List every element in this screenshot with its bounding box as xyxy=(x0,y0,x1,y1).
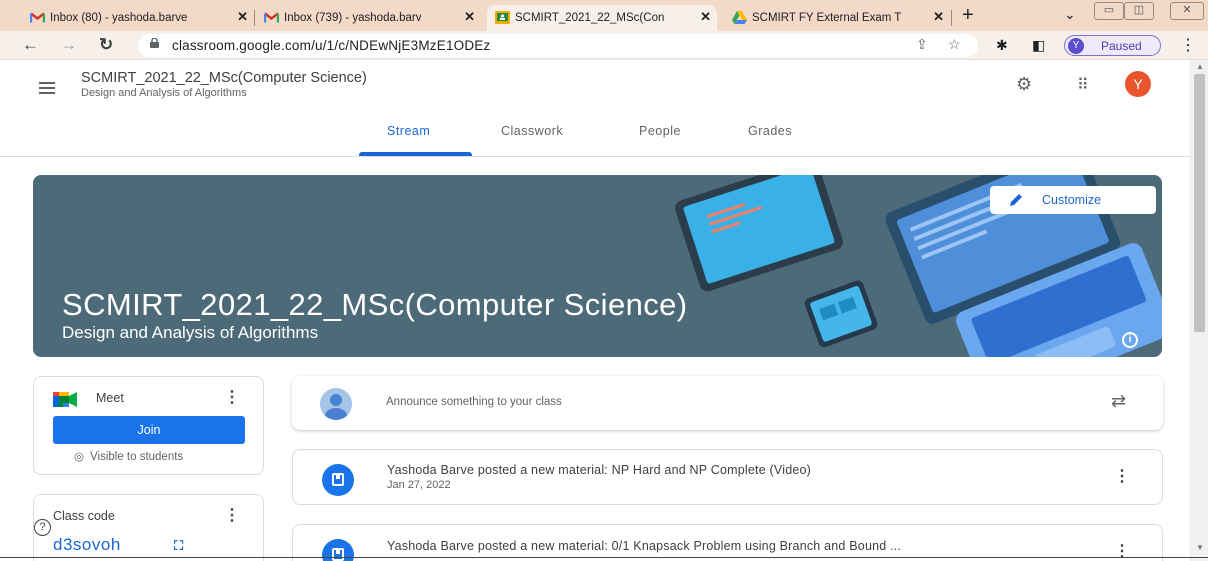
share-icon[interactable]: ⇪ xyxy=(916,36,928,53)
maximize-icon[interactable]: ◫ xyxy=(1124,2,1154,20)
stream-post[interactable]: Yashoda Barve posted a new material: 0/1… xyxy=(292,524,1163,561)
forward-arrow-icon[interactable]: → xyxy=(60,35,77,55)
minimize-icon[interactable]: ▭ xyxy=(1094,2,1124,20)
avatar[interactable]: Y xyxy=(1125,71,1151,97)
pencil-icon xyxy=(1010,194,1022,206)
tab-title: Inbox (739) - yashoda.barv xyxy=(284,12,422,24)
classroom-header: SCMIRT_2021_22_MSc(Computer Science) Des… xyxy=(0,60,1190,157)
customize-label: Customize xyxy=(1042,193,1102,207)
post-title[interactable]: Yashoda Barve posted a new material: 0/1… xyxy=(387,539,901,553)
announce-box[interactable]: Announce something to your class ⇄ xyxy=(292,376,1163,430)
class-banner: SCMIRT_2021_22_MSc(Computer Science) Des… xyxy=(33,175,1162,357)
drive-icon xyxy=(732,11,747,24)
close-icon[interactable]: ✕ xyxy=(237,9,248,25)
url-path: /u/1/c/NDEwNjE3MzE1ODEz xyxy=(311,38,491,53)
tab-title: SCMIRT FY External Exam T xyxy=(752,12,902,24)
browser-tab-gmail-80[interactable]: Inbox (80) - yashoda.barve ✕ xyxy=(22,5,254,31)
customize-button[interactable]: Customize xyxy=(990,186,1156,214)
new-tab-plus-icon[interactable]: + xyxy=(962,4,974,27)
chevron-down-icon[interactable]: ⌄ xyxy=(1064,6,1076,23)
class-subject: Design and Analysis of Algorithms xyxy=(81,87,247,99)
help-icon[interactable]: ? xyxy=(34,519,51,536)
back-arrow-icon[interactable]: ← xyxy=(22,35,39,55)
divider xyxy=(0,557,1208,558)
side-panel-icon[interactable]: ◧ xyxy=(1032,37,1045,54)
material-icon xyxy=(322,464,354,496)
class-code-label: Class code xyxy=(53,509,115,523)
gmail-icon xyxy=(264,12,279,23)
browser-tab-strip: Inbox (80) - yashoda.barve ✕ Inbox (739)… xyxy=(0,0,1208,31)
class-code-value: d3sovoh xyxy=(53,535,121,554)
tab-separator xyxy=(951,10,952,26)
gmail-icon xyxy=(30,12,45,23)
class-code-card: Class code ⋮ d3sovoh ⛶ xyxy=(33,494,264,561)
reload-icon[interactable]: ↻ xyxy=(99,35,113,55)
meet-label: Meet xyxy=(96,391,124,405)
post-more-options-icon[interactable]: ⋮ xyxy=(1114,469,1130,485)
gear-icon[interactable]: ⚙ xyxy=(1016,74,1032,95)
scroll-down-icon[interactable]: ▼ xyxy=(1196,543,1204,552)
class-code-more-options-icon[interactable]: ⋮ xyxy=(224,508,240,524)
tab-grades[interactable]: Grades xyxy=(748,124,792,138)
tab-title: SCMIRT_2021_22_MSc(Con xyxy=(515,12,665,24)
meet-card: Meet ⋮ Join ◎ Visible to students xyxy=(33,376,264,475)
close-icon[interactable]: ✕ xyxy=(933,9,944,25)
paused-label: Paused xyxy=(1101,39,1142,53)
stream-post[interactable]: Yashoda Barve posted a new material: NP … xyxy=(292,449,1163,505)
address-bar[interactable]: classroom.google.com/u/1/c/NDEwNjE3MzE1O… xyxy=(138,34,978,57)
announce-placeholder[interactable]: Announce something to your class xyxy=(386,396,562,408)
url-host: classroom.google.com xyxy=(172,38,312,53)
banner-title: SCMIRT_2021_22_MSc(Computer Science) xyxy=(62,287,688,322)
classroom-icon xyxy=(495,11,510,24)
browser-tab-drive[interactable]: SCMIRT FY External Exam T ✕ xyxy=(724,5,950,31)
profile-avatar: Y xyxy=(1068,38,1084,54)
browser-toolbar: ← → ↻ classroom.google.com/u/1/c/NDEwNjE… xyxy=(0,31,1208,60)
hamburger-menu-icon[interactable] xyxy=(39,82,55,97)
banner-subtitle: Design and Analysis of Algorithms xyxy=(62,323,319,342)
fullscreen-icon[interactable]: ⛶ xyxy=(174,538,183,554)
scroll-up-icon[interactable]: ▲ xyxy=(1196,62,1204,71)
tab-classwork[interactable]: Classwork xyxy=(501,124,563,138)
post-title[interactable]: Yashoda Barve posted a new material: NP … xyxy=(387,463,811,477)
repost-icon[interactable]: ⇄ xyxy=(1111,391,1126,412)
meet-more-options-icon[interactable]: ⋮ xyxy=(224,390,240,406)
close-icon[interactable]: ✕ xyxy=(464,9,475,25)
join-button[interactable]: Join xyxy=(53,416,245,444)
eye-icon: ◎ xyxy=(74,451,85,463)
browser-tab-classroom[interactable]: SCMIRT_2021_22_MSc(Con ✕ xyxy=(487,5,717,31)
post-date: Jan 27, 2022 xyxy=(387,479,451,491)
tab-stream[interactable]: Stream xyxy=(387,124,430,138)
lock-icon xyxy=(150,38,159,48)
page-scrollbar[interactable]: ▲ ▼ xyxy=(1190,60,1208,561)
user-avatar xyxy=(320,388,352,420)
browser-tab-gmail-739[interactable]: Inbox (739) - yashoda.barv ✕ xyxy=(256,5,481,31)
browser-menu-icon[interactable]: ⋮ xyxy=(1180,35,1196,55)
class-name[interactable]: SCMIRT_2021_22_MSc(Computer Science) xyxy=(81,70,367,86)
google-meet-icon xyxy=(53,392,77,407)
tab-title: Inbox (80) - yashoda.barve xyxy=(50,12,188,24)
apps-grid-icon[interactable]: ⠿ xyxy=(1077,75,1089,95)
close-window-icon[interactable]: ✕ xyxy=(1170,2,1204,20)
close-icon[interactable]: ✕ xyxy=(700,9,711,25)
tab-people[interactable]: People xyxy=(639,124,681,138)
active-tab-indicator xyxy=(359,152,472,156)
profile-paused-button[interactable]: Y Paused xyxy=(1064,35,1161,56)
info-icon[interactable]: i xyxy=(1122,332,1138,348)
url-text: classroom.google.com/u/1/c/NDEwNjE3MzE1O… xyxy=(172,38,490,53)
star-icon[interactable]: ☆ xyxy=(948,36,961,53)
visibility-note: ◎ Visible to students xyxy=(74,449,183,463)
puzzle-extension-icon[interactable]: ✱ xyxy=(996,37,1008,54)
tab-separator xyxy=(254,10,255,26)
visibility-text: Visible to students xyxy=(90,451,184,463)
scroll-thumb[interactable] xyxy=(1194,74,1205,332)
